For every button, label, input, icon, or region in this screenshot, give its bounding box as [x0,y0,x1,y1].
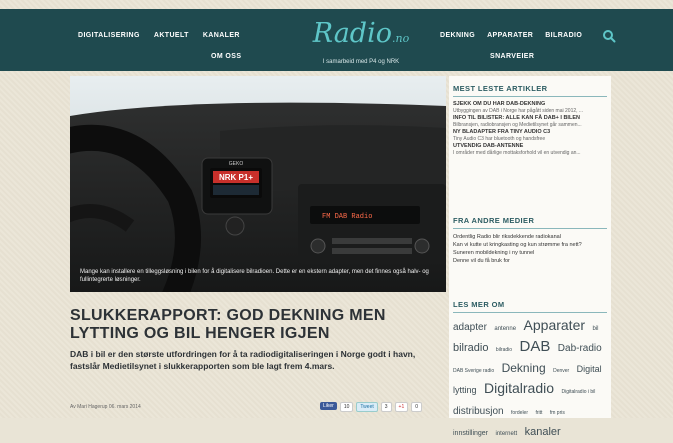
site-logo[interactable]: Radio.no I samarbeid med P4 og NRK [296,18,426,66]
tag-link[interactable]: Digitalradio i bil [561,389,595,395]
google-plus-count: 0 [411,402,423,412]
divider [453,312,607,313]
main-nav-right: DEKNING APPARATER BILRADIO [440,32,582,39]
tweet-count: 3 [380,402,392,412]
most-read-heading: MEST LESTE ARTIKLER [453,84,548,93]
logo-suffix: .no [392,32,410,45]
adapter-display-station: NRK P1+ [219,173,253,182]
article-byline: Av Mari Hagerup 06. mars 2014 [70,404,141,410]
other-media-link[interactable]: Kan vi kutte ut kringkasting og kun strø… [453,241,607,249]
hero-caption: Mange kan installere en tilleggsløsning … [80,269,429,283]
facebook-like-button[interactable]: Liker [320,402,337,410]
tweet-button[interactable]: Tweet [356,402,378,412]
tag-link[interactable]: adapter [453,322,487,333]
site-header: DIGITALISERING AKTUELT KANALER OM OSS Ra… [0,9,673,71]
car-radio-display: FM DAB Radio [322,213,372,221]
tag-link[interactable]: distribusjon [453,406,504,417]
adapter-brand-logo: GEKO [229,161,244,167]
nav-aktuelt[interactable]: AKTUELT [154,32,189,39]
search-icon[interactable] [602,29,616,43]
most-read-item-title[interactable]: INFO TIL BILISTER: ALLE KAN FÅ DAB+ I BI… [453,115,607,122]
other-media-link[interactable]: Suneren mobildekning i ny tunnel [453,249,607,257]
article-lead: DAB i bil er den største utfordringen fo… [70,349,416,371]
other-media-link[interactable]: Ordentlig Radio blir riksdekkende radiok… [453,233,607,241]
most-read-item-summary: Utbyggingen av DAB i Norge har pågått si… [453,108,584,114]
nav-bilradio[interactable]: BILRADIO [545,32,582,39]
tag-link[interactable]: Digitalradio [484,380,554,396]
sidebar: MEST LESTE ARTIKLER SJEKK OM DU HAR DAB-… [449,76,611,438]
most-read-item-summary: Tiny Audio C3 har bluetooth og handsfree [453,136,546,142]
read-more-heading: LES MER OM [453,300,505,309]
tag-link[interactable]: internett [495,431,517,437]
page-background: DIGITALISERING AKTUELT KANALER OM OSS Ra… [0,0,673,438]
logo-tagline: I samarbeid med P4 og NRK [322,59,400,65]
most-read-item-summary: Bilbransjen, radiobransjen og Medietilsy… [453,122,582,128]
most-read-item[interactable]: NY BLADAPTER FRA TINY AUDIO C3 Tiny Audi… [453,129,607,142]
other-media-section: FRA ANDRE MEDIER Ordentlig Radio blir ri… [453,216,607,265]
most-read-item-summary: I områder med dårlige mottaksforhold vil… [453,150,581,156]
tag-cloud: adapter antenne Apparater bil bilradio b… [453,317,607,443]
tag-link[interactable]: fm pris [550,410,565,416]
logo-wordmark: Radio [312,18,392,49]
nav-om-oss[interactable]: OM OSS [211,53,241,60]
facebook-like-count: 10 [339,402,354,412]
tag-link[interactable]: DAB [520,338,551,355]
main-nav-left: DIGITALISERING AKTUELT KANALER [78,32,240,39]
tag-link[interactable]: bilradio [496,347,512,353]
google-plus-button[interactable]: +1 [394,402,409,412]
nav-kanaler[interactable]: KANALER [203,32,240,39]
car-dashboard-illustration: FM DAB Radio NRK P1+ GEKO [70,76,446,292]
nav-digitalisering[interactable]: DIGITALISERING [78,32,140,39]
tag-link[interactable]: bil [592,326,598,332]
tag-link[interactable]: fordeler [511,410,528,416]
read-more-section: LES MER OM adapter antenne Apparater bil… [453,300,607,443]
most-read-item-title[interactable]: SJEKK OM DU HAR DAB-DEKNING [453,101,607,108]
tag-link[interactable]: Dekning [502,361,546,375]
nav-dekning[interactable]: DEKNING [440,32,475,39]
tag-link[interactable]: Apparater [524,317,585,333]
other-media-link[interactable]: Denne vil du få bruk for [453,257,607,265]
tag-link[interactable]: fritt [535,410,542,416]
share-buttons: Liker 10 Tweet 3 +1 0 [320,402,423,412]
nav-apparater[interactable]: APPARATER [487,32,533,39]
tag-link[interactable]: DAB Sverige radio [453,368,494,374]
nav-snarveier[interactable]: SNARVEIER [490,53,534,60]
most-read-item[interactable]: UTVENDIG DAB-ANTENNE I områder med dårli… [453,143,607,156]
tag-link[interactable]: bilradio [453,342,488,354]
divider [453,96,607,97]
hero-image: FM DAB Radio NRK P1+ GEKO Mange kan inst… [70,76,446,292]
most-read-section: MEST LESTE ARTIKLER SJEKK OM DU HAR DAB-… [453,84,607,157]
other-media-heading: FRA ANDRE MEDIER [453,216,535,225]
tag-link[interactable]: Dab-radio [558,343,602,354]
tag-link[interactable]: antenne [494,326,516,332]
tag-link[interactable]: kanaler [525,426,561,438]
tag-link[interactable]: innstillinger [453,430,488,437]
tag-link[interactable]: Denver [553,368,569,374]
most-read-item[interactable]: SJEKK OM DU HAR DAB-DEKNING Utbyggingen … [453,101,607,114]
most-read-item-title[interactable]: UTVENDIG DAB-ANTENNE [453,143,607,150]
divider [453,228,607,229]
most-read-item[interactable]: INFO TIL BILISTER: ALLE KAN FÅ DAB+ I BI… [453,115,607,128]
article-title[interactable]: SLUKKERAPPORT: GOD DEKNING MEN LYTTING O… [70,307,430,343]
most-read-item-title[interactable]: NY BLADAPTER FRA TINY AUDIO C3 [453,129,607,136]
